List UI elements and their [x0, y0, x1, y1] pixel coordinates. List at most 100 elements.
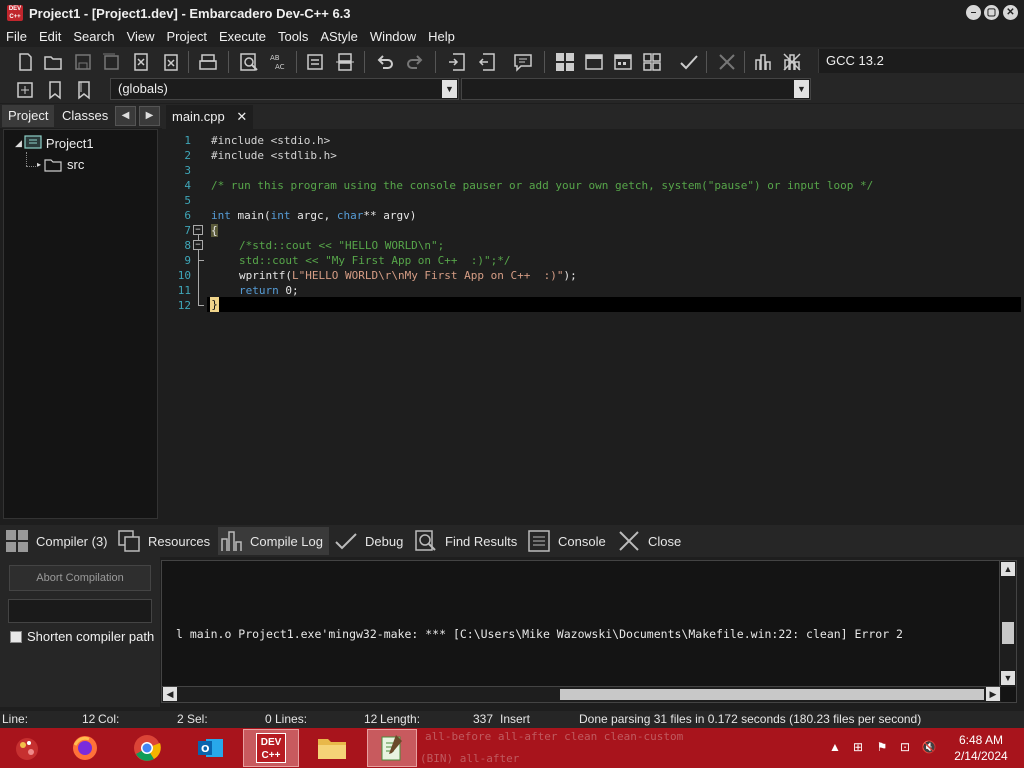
expand-arrow-icon[interactable]: ◢ [15, 138, 22, 149]
close-all-icon[interactable] [157, 50, 183, 74]
scroll-up-icon[interactable]: ▲ [1001, 562, 1015, 576]
minimize-button[interactable]: – [966, 5, 981, 20]
goto-line-icon[interactable] [302, 50, 328, 74]
file-explorer-icon [318, 739, 346, 759]
code-text: 0; [278, 284, 299, 297]
restore-button[interactable]: ▢ [984, 5, 999, 20]
syntax-check-icon[interactable] [676, 50, 702, 74]
undo-icon[interactable] [372, 50, 398, 74]
compile-log-output[interactable]: l main.o Project1.exe'mingw32-make: *** … [161, 560, 1017, 703]
goto-bookmark-icon[interactable] [71, 78, 97, 102]
stop-execution-icon[interactable] [714, 50, 740, 74]
tab-console[interactable]: Console [526, 527, 606, 555]
log-vertical-scrollbar[interactable]: ▲ ▼ [999, 561, 1016, 687]
new-file-icon[interactable] [12, 50, 38, 74]
chevron-left-icon[interactable]: ◀ [115, 106, 136, 126]
menu-edit[interactable]: Edit [33, 29, 67, 44]
tray-volume-muted-icon[interactable]: 🔇 [921, 739, 937, 755]
compile-run-icon[interactable] [610, 50, 636, 74]
tab-compile-log[interactable]: Compile Log [218, 527, 329, 555]
menu-tools[interactable]: Tools [272, 29, 314, 44]
menu-view[interactable]: View [121, 29, 161, 44]
toolbar-separator [435, 51, 436, 73]
tree-item-src[interactable]: ▸ src [37, 157, 84, 172]
fold-toggle-icon[interactable]: − [193, 225, 203, 235]
chevron-down-icon[interactable]: ▼ [794, 80, 809, 98]
chevron-down-icon[interactable]: ▼ [442, 80, 457, 98]
menu-search[interactable]: Search [67, 29, 120, 44]
globals-combo[interactable]: (globals) ▼ [110, 78, 459, 100]
tab-main-cpp[interactable]: main.cpp ✕ [166, 105, 254, 129]
print-icon[interactable] [195, 50, 221, 74]
indent-icon[interactable] [444, 50, 470, 74]
scroll-thumb[interactable] [560, 689, 984, 700]
menu-window[interactable]: Window [364, 29, 422, 44]
chevron-right-icon[interactable]: ▶ [139, 106, 160, 126]
menu-file[interactable]: File [0, 29, 33, 44]
taskbar-notepad[interactable] [367, 729, 417, 767]
rebuild-all-icon[interactable] [639, 50, 665, 74]
save-icon[interactable] [70, 50, 96, 74]
redo-icon[interactable] [402, 50, 428, 74]
close-window-button[interactable]: ✕ [1003, 5, 1018, 20]
code-editor[interactable]: 1 2 3 4 5 6 7 8 9 10 11 12 − − #include … [165, 130, 1021, 520]
toggle-bookmark-icon[interactable] [42, 78, 68, 102]
tray-display-icon[interactable]: ⊡ [897, 739, 913, 755]
tray-flag-icon[interactable]: ⚑ [874, 739, 890, 755]
shorten-compiler-path-option[interactable]: Shorten compiler path [10, 629, 154, 644]
delete-profile-icon[interactable] [779, 50, 805, 74]
tab-close-label: Close [648, 533, 682, 549]
tree-item-project[interactable]: ◢ Project1 [15, 135, 94, 151]
close-tab-icon[interactable]: ✕ [236, 109, 247, 124]
tab-project[interactable]: Project [2, 105, 55, 127]
compile-icon[interactable] [552, 50, 578, 74]
taskbar-firefox[interactable] [60, 729, 110, 767]
tab-resources[interactable]: Resources [116, 527, 210, 555]
members-combo[interactable]: ▼ [461, 78, 811, 100]
save-all-icon[interactable] [98, 50, 124, 74]
fold-toggle-icon[interactable]: − [193, 240, 203, 250]
scroll-right-icon[interactable]: ▶ [986, 687, 1000, 701]
scroll-down-icon[interactable]: ▼ [1001, 671, 1015, 685]
comment-icon[interactable] [510, 50, 536, 74]
menu-project[interactable]: Project [161, 29, 213, 44]
scroll-left-icon[interactable]: ◀ [163, 687, 177, 701]
taskbar-chrome[interactable] [122, 729, 172, 767]
toggle-split-icon[interactable] [332, 50, 358, 74]
tree-connector [26, 152, 27, 166]
unindent-icon[interactable] [474, 50, 500, 74]
tab-console-label: Console [558, 533, 606, 549]
tab-compiler[interactable]: Compiler (3) [4, 527, 108, 555]
chrome-icon [134, 735, 161, 761]
taskbar-explorer[interactable] [307, 729, 357, 767]
replace-icon[interactable]: AB AC [265, 50, 291, 74]
taskbar-devcpp[interactable]: DEV C++ [243, 729, 299, 767]
tray-network-icon[interactable]: ⊞ [850, 739, 866, 755]
tab-close[interactable]: Close [616, 527, 681, 555]
tab-find-results[interactable]: Find Results [413, 527, 517, 555]
tab-classes[interactable]: Classes [56, 105, 114, 127]
status-lines-value: 12 [364, 712, 378, 726]
tab-debug[interactable]: Debug [333, 527, 403, 555]
open-folder-icon[interactable] [40, 50, 66, 74]
log-horizontal-scrollbar[interactable]: ◀ ▶ [162, 686, 1001, 702]
taskbar-clock[interactable]: 6:48 AM 2/14/2024 [945, 732, 1017, 764]
status-sel-label: Sel: [187, 712, 208, 726]
find-icon[interactable] [236, 50, 262, 74]
shorten-path-checkbox[interactable] [10, 630, 22, 643]
menu-help[interactable]: Help [422, 29, 461, 44]
scroll-thumb[interactable] [1002, 622, 1014, 644]
close-file-icon[interactable] [128, 50, 154, 74]
start-button[interactable] [2, 729, 52, 767]
insert-icon[interactable] [12, 78, 38, 102]
profile-icon[interactable] [750, 50, 776, 74]
collapse-arrow-icon[interactable]: ▸ [37, 160, 41, 169]
tray-overflow-icon[interactable]: ▲ [827, 739, 843, 755]
abort-compilation-button[interactable]: Abort Compilation [9, 565, 151, 591]
taskbar-outlook[interactable]: O [185, 729, 235, 767]
tab-main-cpp-label: main.cpp [172, 109, 225, 124]
run-icon[interactable] [581, 50, 607, 74]
menu-execute[interactable]: Execute [213, 29, 272, 44]
compiler-select[interactable]: GCC 13.2 [818, 49, 1024, 73]
menu-astyle[interactable]: AStyle [314, 29, 364, 44]
